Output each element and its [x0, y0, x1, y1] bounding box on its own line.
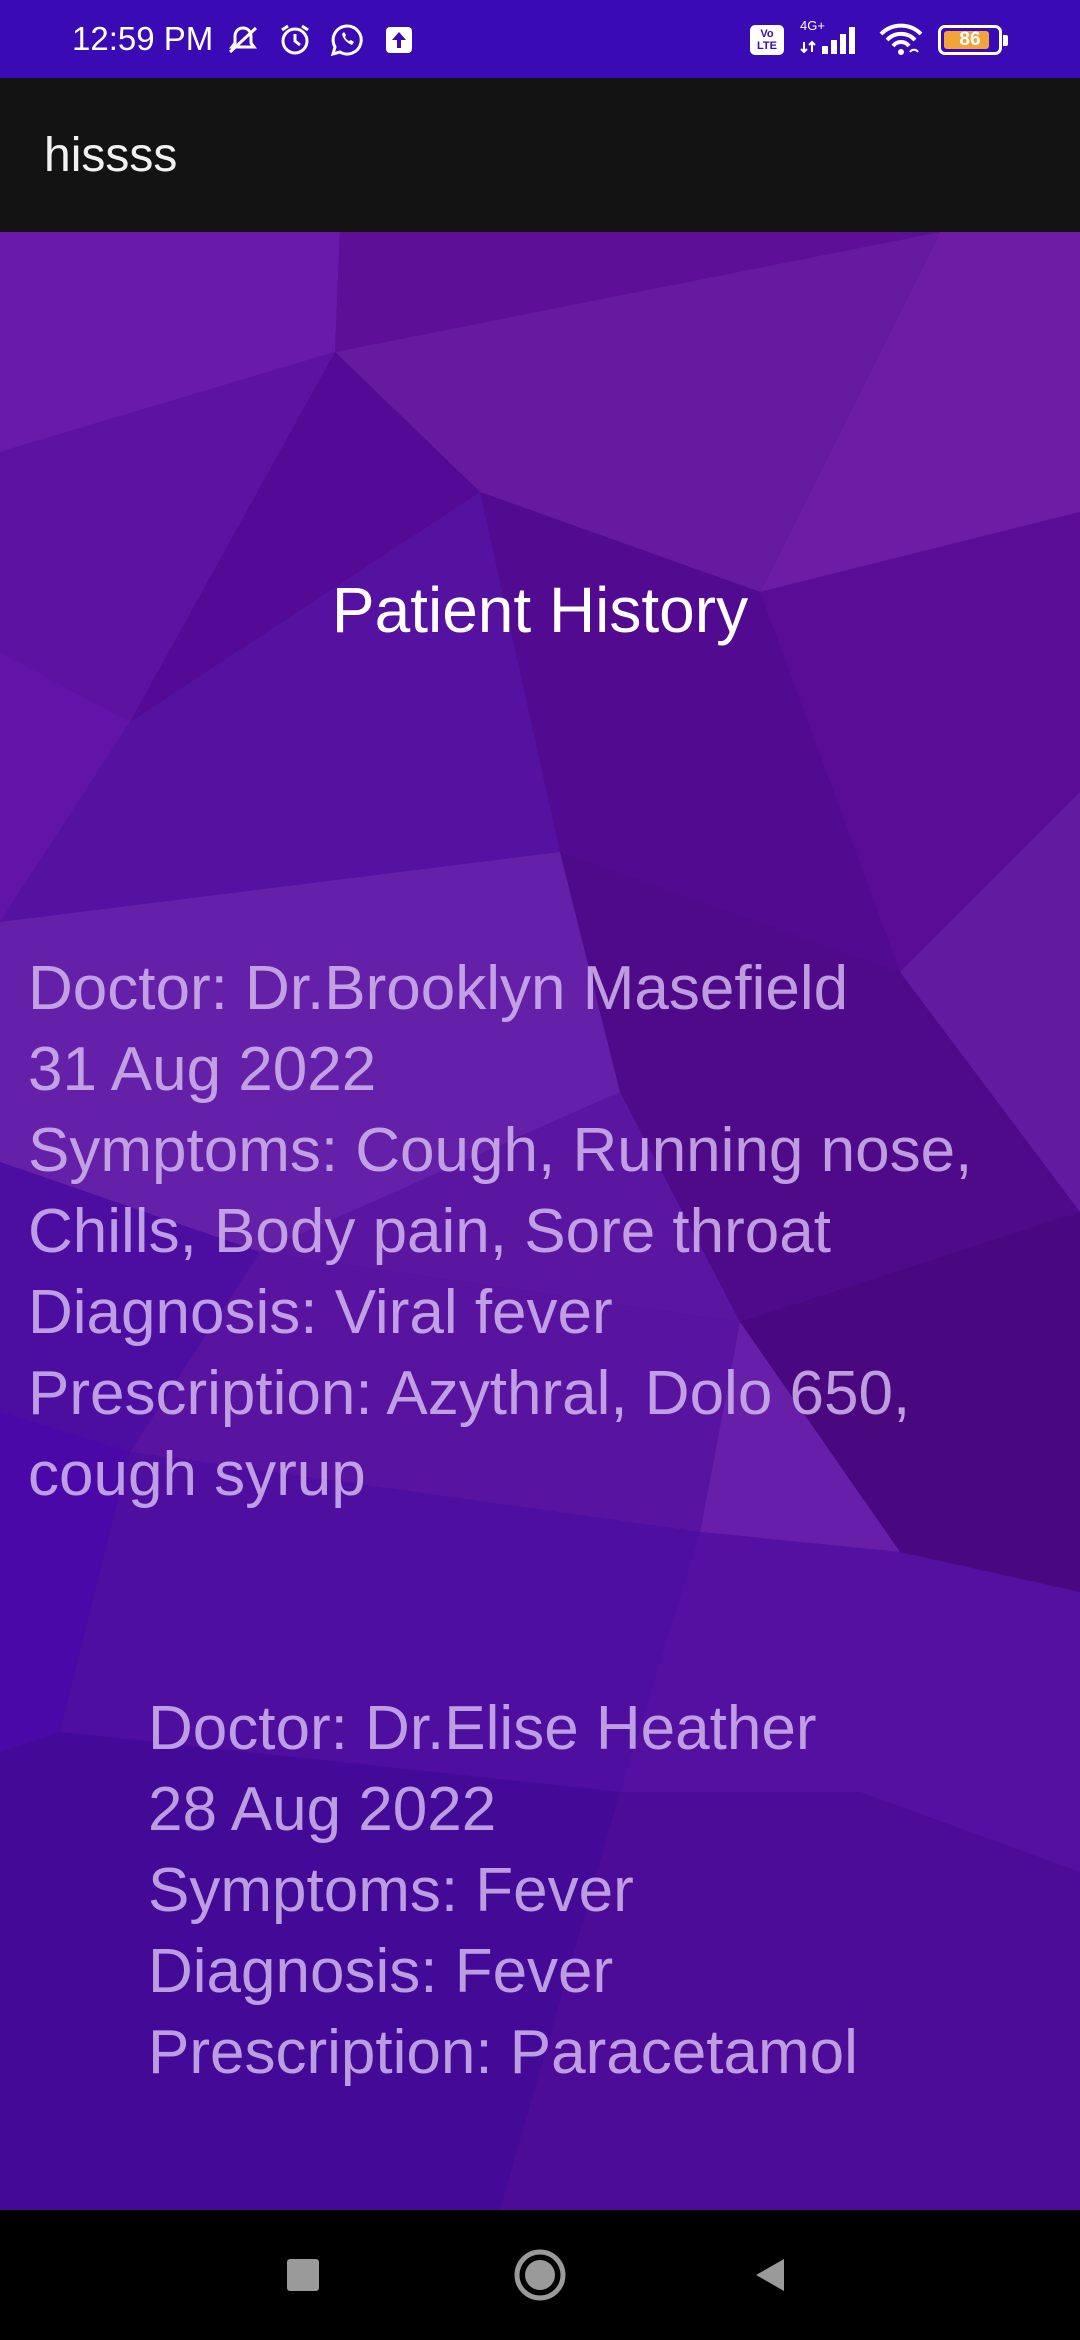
- recents-icon: [287, 2259, 319, 2291]
- record-symptoms-cont: Chills, Body pain, Sore throat: [28, 1197, 831, 1266]
- mute-vibrate-icon: [225, 22, 261, 58]
- system-icons: Vo LTE 4G+ 86: [750, 18, 1008, 58]
- record-prescription-cont: cough syrup: [28, 1440, 366, 1509]
- app-title: hissss: [44, 129, 178, 182]
- history-record[interactable]: Doctor: Dr.Elise Heather 28 Aug 2022 Sym…: [148, 1688, 1068, 2093]
- volte-icon: Vo LTE: [750, 25, 784, 55]
- home-button[interactable]: [505, 2240, 575, 2310]
- record-prescription: Prescription: Paracetamol: [148, 2018, 858, 2087]
- record-date: 31 Aug 2022: [28, 1035, 377, 1104]
- back-icon: [756, 2259, 784, 2291]
- status-bar: 12:59 PM Vo LTE 4G+ 86: [0, 0, 1080, 78]
- app-bar: hissss: [0, 78, 1080, 232]
- status-time: 12:59 PM: [72, 20, 214, 57]
- screen: 12:59 PM Vo LTE 4G+ 86 hissss Patient Hi…: [0, 0, 1080, 2340]
- history-record[interactable]: Doctor: Dr.Brooklyn Masefield 31 Aug 202…: [28, 948, 1068, 1515]
- back-button[interactable]: [735, 2240, 805, 2310]
- content-area[interactable]: Patient History Doctor: Dr.Brooklyn Mase…: [0, 232, 1080, 2210]
- record-prescription: Prescription: Azythral, Dolo 650,: [28, 1359, 911, 1428]
- record-date: 28 Aug 2022: [148, 1775, 497, 1844]
- home-icon: [514, 2249, 566, 2301]
- record-doctor: Doctor: Dr.Brooklyn Masefield: [28, 954, 849, 1023]
- navigation-bar: [0, 2210, 1080, 2340]
- record-symptoms: Symptoms: Cough, Running nose,: [28, 1116, 973, 1185]
- record-diagnosis: Diagnosis: Viral fever: [28, 1278, 613, 1347]
- notification-icons: [225, 22, 417, 58]
- record-symptoms: Symptoms: Fever: [148, 1856, 634, 1925]
- alarm-icon: [277, 22, 313, 58]
- record-diagnosis: Diagnosis: Fever: [148, 1937, 614, 2006]
- recents-button[interactable]: [268, 2240, 338, 2310]
- record-doctor: Doctor: Dr.Elise Heather: [148, 1694, 817, 1763]
- battery-level: 86: [959, 29, 981, 50]
- upload-icon: [381, 22, 417, 58]
- whatsapp-icon: [329, 22, 365, 58]
- battery-icon: 86: [938, 25, 1008, 55]
- signal-icon: 4G+: [798, 18, 864, 58]
- page-title: Patient History: [331, 574, 749, 646]
- wifi-icon: [878, 22, 924, 58]
